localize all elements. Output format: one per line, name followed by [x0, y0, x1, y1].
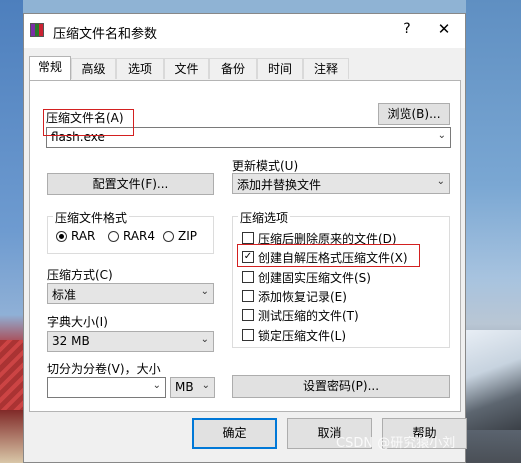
tab-comment[interactable]: 注释 [303, 58, 349, 79]
checkbox-test[interactable] [242, 309, 254, 321]
option-test-label: 测试压缩的文件(T) [258, 309, 359, 323]
tab-general[interactable]: 常规 [29, 56, 71, 80]
method-value: 标准 [52, 288, 77, 302]
chevron-down-icon[interactable]: ⌄ [437, 176, 445, 187]
format-group-title: 压缩文件格式 [53, 209, 130, 226]
tab-files[interactable]: 文件 [164, 58, 209, 79]
highlight-archive-name [43, 109, 134, 136]
window-title: 压缩文件名和参数 [53, 27, 158, 42]
tab-options[interactable]: 选项 [116, 58, 164, 79]
profiles-button[interactable]: 配置文件(F)... [47, 173, 214, 195]
radio-rar4[interactable] [108, 231, 119, 242]
update-mode-label: 更新模式(U) [232, 159, 299, 173]
highlight-create-sfx [237, 244, 420, 267]
split-unit-value: MB [175, 380, 194, 394]
tab-backup[interactable]: 备份 [209, 58, 257, 79]
method-label: 压缩方式(C) [47, 268, 113, 282]
checkbox-recovery[interactable] [242, 290, 254, 302]
tab-advanced[interactable]: 高级 [71, 58, 116, 79]
radio-rar[interactable] [56, 231, 67, 242]
background-roof [0, 340, 23, 410]
split-unit-select[interactable]: MB ⌄ [170, 377, 215, 398]
dict-value: 32 MB [52, 334, 90, 348]
ok-button[interactable]: 确定 [192, 418, 277, 449]
option-recovery-label: 添加恢复记录(E) [258, 290, 347, 304]
split-size-input[interactable]: ⌄ [47, 377, 166, 398]
update-mode-value: 添加并替换文件 [237, 178, 322, 192]
checkbox-delete-after[interactable] [242, 232, 254, 244]
checkbox-solid[interactable] [242, 271, 254, 283]
browse-button[interactable]: 浏览(B)... [378, 103, 450, 125]
dict-label: 字典大小(I) [47, 315, 108, 329]
option-solid-label: 创建固实压缩文件(S) [258, 271, 371, 285]
radio-zip-label: ZIP [178, 229, 197, 243]
tab-time[interactable]: 时间 [257, 58, 303, 79]
chevron-down-icon[interactable]: ⌄ [202, 380, 210, 391]
update-mode-select[interactable]: 添加并替换文件 ⌄ [232, 173, 450, 194]
option-lock-label: 锁定压缩文件(L) [258, 329, 347, 343]
help-icon[interactable]: ? [400, 21, 414, 37]
split-label: 切分为分卷(V)，大小 [47, 362, 161, 376]
set-password-button[interactable]: 设置密码(P)... [232, 375, 450, 398]
chevron-down-icon[interactable]: ⌄ [201, 286, 209, 297]
options-group-title: 压缩选项 [238, 209, 291, 226]
method-select[interactable]: 标准 ⌄ [47, 283, 214, 304]
radio-rar4-label: RAR4 [123, 229, 156, 243]
checkbox-lock[interactable] [242, 329, 254, 341]
general-tab-panel: 压缩文件名(A) 浏览(B)... flash.exe ⌄ 配置文件(F)...… [29, 80, 461, 412]
archive-dialog: 压缩文件名和参数 ? ✕ 常规 高级 选项 文件 备份 时间 注释 压缩文件名(… [23, 13, 467, 463]
title-bar: 压缩文件名和参数 ? ✕ [24, 14, 465, 48]
chevron-down-icon[interactable]: ⌄ [438, 130, 446, 141]
watermark: CSDN @研究猿小刘 [336, 436, 456, 451]
chevron-down-icon[interactable]: ⌄ [153, 380, 161, 391]
chevron-down-icon[interactable]: ⌄ [201, 334, 209, 345]
radio-zip[interactable] [163, 231, 174, 242]
close-icon[interactable]: ✕ [437, 20, 451, 38]
winrar-icon [30, 23, 44, 37]
background-mountain [466, 330, 521, 430]
dict-select[interactable]: 32 MB ⌄ [47, 331, 214, 352]
radio-rar-label: RAR [71, 229, 96, 243]
